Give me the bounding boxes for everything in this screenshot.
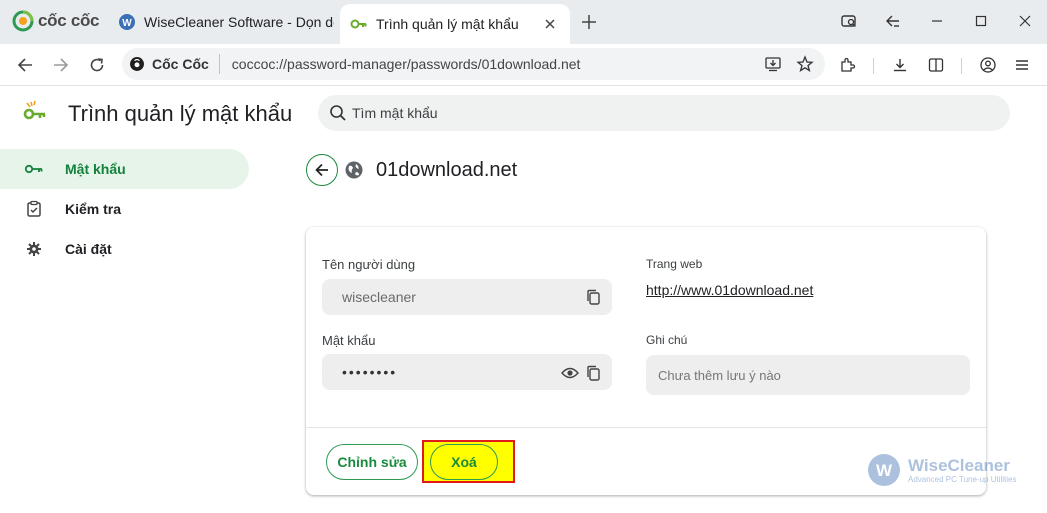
profile-icon[interactable] <box>975 52 1001 78</box>
website-link[interactable]: http://www.01download.net <box>646 282 813 298</box>
show-password-eye-icon[interactable] <box>561 364 579 382</box>
search-icon <box>330 105 346 121</box>
sidebar-item-passwords[interactable]: Mật khẩu <box>0 149 249 189</box>
search-input[interactable]: Tìm mật khẩu <box>318 95 1010 131</box>
url-text[interactable]: coccoc://password-manager/passwords/01do… <box>220 56 761 72</box>
detail-header: 01download.net <box>306 154 517 186</box>
reload-icon[interactable] <box>84 52 110 78</box>
sidebar-item-settings[interactable]: Cài đặt <box>0 229 250 269</box>
wisecleaner-watermark: W WiseCleaner Advanced PC Tune-up Utilit… <box>866 452 1017 488</box>
copy-password-icon[interactable] <box>584 364 602 382</box>
search-placeholder: Tìm mật khẩu <box>352 105 438 121</box>
minimize-icon[interactable] <box>915 6 959 36</box>
close-tab-icon[interactable] <box>540 14 560 34</box>
back-icon[interactable] <box>12 52 38 78</box>
svg-text:W: W <box>122 18 132 29</box>
sidebar-item-checkup[interactable]: Kiểm tra <box>0 189 250 229</box>
tab-title: WiseCleaner Software - Dọn dẹp <box>144 14 334 30</box>
omnibox-brand-text: Cốc Cốc <box>152 56 209 72</box>
back-arrow-icon[interactable] <box>306 154 338 186</box>
svg-text:W: W <box>876 461 893 480</box>
address-bar[interactable]: Cốc Cốc coccoc://password-manager/passwo… <box>122 48 825 80</box>
tab-wisecleaner[interactable]: W WiseCleaner Software - Dọn dẹp <box>112 4 334 40</box>
back-to-tabs-icon[interactable] <box>871 6 915 36</box>
menu-icon[interactable] <box>1009 52 1035 78</box>
tab-password-manager[interactable]: Trình quản lý mật khẩu <box>340 4 570 44</box>
sidebar-item-label: Kiểm tra <box>65 201 122 217</box>
username-value: wisecleaner <box>342 289 416 305</box>
download-icon[interactable] <box>887 52 913 78</box>
brand-name: cốc cốc <box>38 11 100 30</box>
sidebar-item-label: Mật khẩu <box>65 161 126 177</box>
browser-toolbar: Cốc Cốc coccoc://password-manager/passwo… <box>0 44 1047 86</box>
coccoc-logo-icon <box>12 10 34 32</box>
password-value: •••••••• <box>342 364 398 380</box>
extensions-icon[interactable] <box>835 52 861 78</box>
maximize-icon[interactable] <box>959 6 1003 36</box>
copy-username-icon[interactable] <box>584 288 602 306</box>
username-label: Tên người dùng <box>322 257 416 272</box>
note-field[interactable]: Chưa thêm lưu ý nào <box>646 355 970 395</box>
username-field[interactable]: wisecleaner <box>322 279 612 315</box>
sidebar: Mật khẩu Kiểm tra Cài đặt <box>0 149 250 269</box>
sidebar-item-label: Cài đặt <box>65 241 112 257</box>
globe-icon <box>345 161 363 179</box>
tab-search-icon[interactable] <box>827 6 871 36</box>
website-label: Trang web <box>646 257 703 271</box>
key-favicon-icon <box>350 19 367 29</box>
browser-brand: cốc cốc <box>12 10 100 32</box>
page-header: Trình quản lý mật khẩu Tìm mật khẩu <box>0 86 1047 142</box>
site-title: 01download.net <box>376 158 518 181</box>
key-icon <box>24 159 44 179</box>
watermark-title: WiseCleaner <box>908 455 1010 475</box>
tab-title: Trình quản lý mật khẩu <box>376 16 519 32</box>
wisecleaner-favicon-icon: W <box>119 14 135 30</box>
side-panel-icon[interactable] <box>923 52 949 78</box>
checkup-icon <box>24 199 44 219</box>
edit-button[interactable]: Chỉnh sửa <box>326 444 418 480</box>
note-label: Ghi chú <box>646 333 688 347</box>
tab-strip: cốc cốc W WiseCleaner Software - Dọn dẹp… <box>0 0 1047 44</box>
note-placeholder: Chưa thêm lưu ý nào <box>658 367 781 383</box>
delete-button[interactable]: Xoá <box>430 444 498 480</box>
toolbar-divider <box>873 58 874 74</box>
bookmark-star-icon[interactable] <box>793 52 817 76</box>
card-divider <box>306 427 986 428</box>
forward-icon[interactable] <box>48 52 74 78</box>
page-title: Trình quản lý mật khẩu <box>68 101 293 126</box>
install-app-icon[interactable] <box>761 52 785 76</box>
watermark-subtitle: Advanced PC Tune-up Utilities <box>908 474 1017 484</box>
window-controls <box>827 6 1047 36</box>
wisecleaner-logo-icon: W <box>868 454 900 486</box>
coccoc-logo-icon <box>130 57 144 71</box>
new-tab-icon[interactable] <box>578 11 600 33</box>
omnibox-brand: Cốc Cốc <box>122 54 220 74</box>
close-window-icon[interactable] <box>1003 6 1047 36</box>
toolbar-divider <box>961 58 962 74</box>
password-manager-logo-icon <box>23 100 46 120</box>
gear-icon <box>24 239 44 259</box>
password-label: Mật khẩu <box>322 333 376 348</box>
